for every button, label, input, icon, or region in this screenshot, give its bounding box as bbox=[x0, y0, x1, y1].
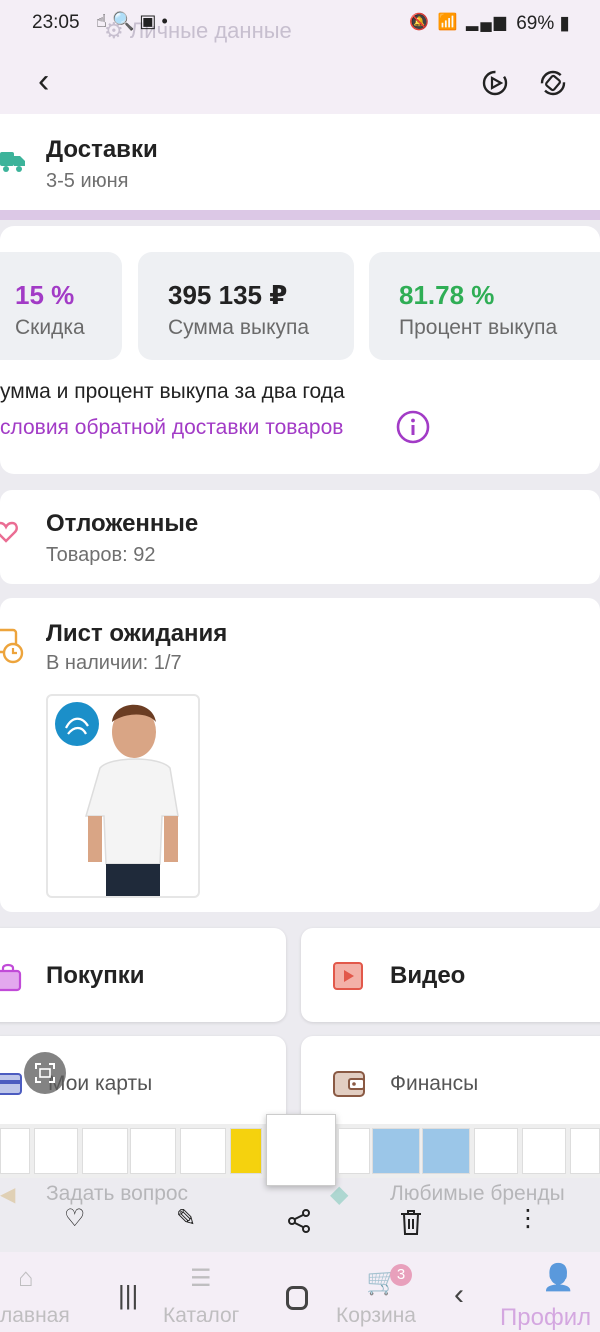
nav-home-label[interactable]: лавная bbox=[0, 1304, 70, 1328]
nav-home-icon[interactable]: ⌂ bbox=[18, 1262, 34, 1293]
wifi-icon: 📶 bbox=[437, 14, 460, 31]
signal-icon: ▂▄▆ bbox=[466, 14, 508, 31]
nav-catalog-label[interactable]: Каталог bbox=[163, 1304, 239, 1328]
thumbnail[interactable] bbox=[570, 1128, 600, 1174]
top-bar: ‹ bbox=[0, 50, 600, 114]
capture-frame-icon bbox=[35, 1063, 55, 1083]
stat-value: 395 135 ₽ bbox=[168, 280, 288, 310]
more-options-icon[interactable]: ⋮ bbox=[516, 1204, 540, 1233]
screenshot-action-bar: ♡ ✎ ⋮ bbox=[0, 1190, 600, 1250]
mute-icon: 🔕 bbox=[409, 14, 432, 31]
finance-label: Финансы bbox=[390, 1072, 479, 1095]
waitlist-subtitle: В наличии: 1/7 bbox=[46, 652, 182, 674]
thumbnail[interactable] bbox=[522, 1128, 566, 1174]
notification-icons: ☝ 🔍 ▣ • bbox=[96, 11, 168, 32]
waitlist-product-image[interactable] bbox=[46, 694, 200, 898]
battery-icon: ▮ bbox=[559, 13, 570, 34]
delivery-subtitle: 3-5 июня bbox=[46, 170, 129, 192]
thumbnail[interactable] bbox=[230, 1128, 262, 1174]
rotate-screen-icon[interactable] bbox=[538, 68, 568, 98]
thumbnail[interactable] bbox=[130, 1128, 176, 1174]
nav-profile-icon[interactable]: 👤 bbox=[542, 1262, 574, 1293]
calendar-clock-icon bbox=[0, 628, 24, 664]
system-back-icon[interactable]: ‹ bbox=[454, 1278, 464, 1312]
nav-cart-label[interactable]: Корзина bbox=[336, 1304, 416, 1328]
signal-icons: 🔕 📶 ▂▄▆ bbox=[409, 12, 508, 32]
favorites-title: Отложенные bbox=[46, 510, 199, 537]
cart-badge: 3 bbox=[390, 1264, 412, 1286]
search-icon: 🔍 bbox=[111, 11, 135, 31]
image-icon: ▣ bbox=[139, 11, 157, 31]
bottom-navigation: ⌂ лавная ||| ☰ Каталог 🛒 3 Корзина ‹ 👤 П… bbox=[0, 1252, 600, 1332]
stat-label: Скидка bbox=[15, 316, 85, 339]
share-icon[interactable] bbox=[286, 1208, 312, 1234]
stats-note: умма и процент выкупа за два года bbox=[0, 380, 345, 403]
return-conditions-link[interactable]: словия обратной доставки товаров bbox=[0, 416, 343, 440]
stat-value: 15 % bbox=[15, 280, 75, 310]
stat-buyout-percent[interactable]: 81.78 % Процент выкупа bbox=[369, 252, 600, 360]
shopping-bag-icon bbox=[0, 963, 22, 992]
screen-record-icon[interactable] bbox=[480, 68, 510, 98]
video-label: Видео bbox=[390, 962, 466, 989]
thumbnail[interactable] bbox=[422, 1128, 470, 1174]
delivery-card[interactable]: Доставки 3-5 июня bbox=[0, 114, 600, 210]
video-play-icon bbox=[333, 962, 363, 990]
stat-label: Сумма выкупа bbox=[168, 316, 310, 339]
screenshot-capture-button[interactable] bbox=[24, 1052, 66, 1094]
edit-pencil-icon[interactable]: ✎ bbox=[176, 1204, 196, 1233]
favorites-subtitle: Товаров: 92 bbox=[46, 544, 156, 566]
thumbnail[interactable] bbox=[474, 1128, 518, 1174]
status-bar: ⚙ Личные данные 23:05 ☝ 🔍 ▣ • 🔕 📶 ▂▄▆ 69… bbox=[0, 0, 600, 50]
wallet-icon bbox=[333, 1071, 365, 1097]
heart-outline-icon[interactable]: ♡ bbox=[64, 1204, 86, 1233]
gesture-icon: ☝ bbox=[96, 11, 107, 31]
trash-icon[interactable] bbox=[398, 1208, 424, 1236]
dot-icon: • bbox=[161, 11, 168, 31]
purchases-label: Покупки bbox=[46, 962, 145, 989]
thumbnail[interactable] bbox=[34, 1128, 78, 1174]
nav-profile-label[interactable]: Профил bbox=[500, 1304, 591, 1332]
stat-value: 81.78 % bbox=[399, 280, 495, 310]
thumbnail[interactable] bbox=[0, 1128, 30, 1174]
video-tile[interactable]: Видео bbox=[301, 928, 600, 1022]
waitlist-title: Лист ожидания bbox=[46, 620, 228, 647]
stat-discount[interactable]: 15 % Скидка bbox=[0, 252, 122, 360]
thumbnail[interactable] bbox=[338, 1128, 370, 1174]
info-icon[interactable] bbox=[396, 410, 430, 444]
status-time: 23:05 bbox=[32, 12, 80, 33]
delivery-truck-icon bbox=[0, 152, 25, 172]
system-recents-icon[interactable]: ||| bbox=[118, 1280, 138, 1311]
stat-buyout-sum[interactable]: 395 135 ₽ Сумма выкупа bbox=[138, 252, 354, 360]
delivery-title: Доставки bbox=[46, 136, 158, 163]
nav-catalog-icon[interactable]: ☰ bbox=[190, 1264, 212, 1293]
thumbnail[interactable] bbox=[372, 1128, 420, 1174]
credit-card-icon bbox=[0, 1073, 22, 1095]
battery: 69% ▮ bbox=[516, 13, 570, 34]
screenshot-thumbnail-strip[interactable] bbox=[0, 1114, 600, 1186]
purchases-tile[interactable]: Покупки bbox=[0, 928, 286, 1022]
thumbnail[interactable] bbox=[180, 1128, 226, 1174]
stat-label: Процент выкупа bbox=[399, 316, 558, 339]
waitlist-card[interactable]: Лист ожидания В наличии: 1/7 bbox=[0, 598, 600, 912]
delivery-underline bbox=[0, 210, 600, 220]
favorites-card[interactable]: Отложенные Товаров: 92 bbox=[0, 490, 600, 584]
thumbnail[interactable] bbox=[82, 1128, 128, 1174]
thumbnail-selected[interactable] bbox=[266, 1114, 336, 1186]
back-icon[interactable]: ‹ bbox=[38, 64, 49, 98]
system-home-icon[interactable] bbox=[286, 1286, 308, 1310]
finance-tile[interactable]: Финансы bbox=[301, 1036, 600, 1130]
product-photo-boy bbox=[55, 702, 179, 896]
heart-icon bbox=[0, 521, 18, 543]
